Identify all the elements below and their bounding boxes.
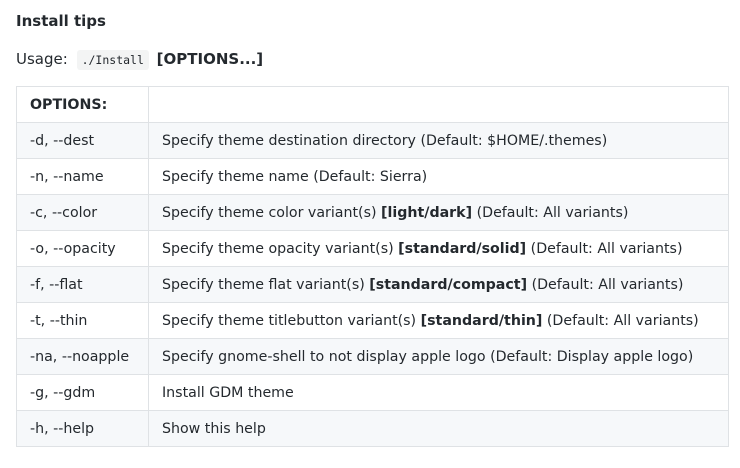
usage-line: Usage: ./Install [OPTIONS...] xyxy=(16,47,728,71)
option-description: Specify theme destination directory (Def… xyxy=(148,122,729,159)
description-choices: [light/dark] xyxy=(381,204,473,221)
option-description: Specify gnome-shell to not display apple… xyxy=(148,338,729,375)
option-flag: -d, --dest xyxy=(16,122,149,159)
table-row: -na, --noapple Specify gnome-shell to no… xyxy=(16,338,729,375)
option-flag: -g, --gdm xyxy=(16,374,149,411)
section-heading: Install tips xyxy=(16,12,106,30)
options-table: OPTIONS: -d, --dest Specify theme destin… xyxy=(16,86,729,447)
description-text: Specify theme opacity variant(s) xyxy=(162,240,399,257)
usage-label: Usage: xyxy=(16,50,68,68)
table-row: -f, --flat Specify theme flat variant(s)… xyxy=(16,266,729,303)
header-description xyxy=(148,86,729,123)
install-tips-section: Install tips Usage: ./Install [OPTIONS..… xyxy=(16,0,729,447)
description-text: Specify theme name (Default: Sierra) xyxy=(162,168,428,185)
option-description: Specify theme opacity variant(s) [standa… xyxy=(148,230,729,267)
description-choices: [standard/compact] xyxy=(369,276,528,293)
description-choices: [standard/solid] xyxy=(398,240,527,257)
description-text: Specify theme destination directory (Def… xyxy=(162,132,608,149)
usage-options: [OPTIONS...] xyxy=(156,50,264,68)
option-flag: -n, --name xyxy=(16,158,149,195)
option-flag: -c, --color xyxy=(16,194,149,231)
install-command: ./Install xyxy=(76,50,149,70)
table-row: -n, --name Specify theme name (Default: … xyxy=(16,158,729,195)
option-flag: -t, --thin xyxy=(16,302,149,339)
option-flag: -na, --noapple xyxy=(16,338,149,375)
table-row: -d, --dest Specify theme destination dir… xyxy=(16,122,729,159)
description-text: Specify theme flat variant(s) xyxy=(162,276,370,293)
option-flag: -o, --opacity xyxy=(16,230,149,267)
option-flag: -h, --help xyxy=(16,410,149,447)
description-default: (Default: All variants) xyxy=(542,312,699,329)
table-row: -c, --color Specify theme color variant(… xyxy=(16,194,729,231)
table-row: -o, --opacity Specify theme opacity vari… xyxy=(16,230,729,267)
option-description: Show this help xyxy=(148,410,729,447)
description-text: Specify theme titlebutton variant(s) xyxy=(162,312,421,329)
option-flag: -f, --flat xyxy=(16,266,149,303)
description-choices: [standard/thin] xyxy=(420,312,543,329)
option-description: Specify theme flat variant(s) [standard/… xyxy=(148,266,729,303)
description-text: Specify gnome-shell to not display apple… xyxy=(162,348,694,365)
option-description: Install GDM theme xyxy=(148,374,729,411)
option-description: Specify theme name (Default: Sierra) xyxy=(148,158,729,195)
table-row: -g, --gdm Install GDM theme xyxy=(16,374,729,411)
description-text: Install GDM theme xyxy=(162,384,294,401)
table-header-row: OPTIONS: xyxy=(16,86,729,123)
description-text: Show this help xyxy=(162,420,266,437)
table-row: -t, --thin Specify theme titlebutton var… xyxy=(16,302,729,339)
option-description: Specify theme color variant(s) [light/da… xyxy=(148,194,729,231)
description-text: Specify theme color variant(s) xyxy=(162,204,382,221)
option-description: Specify theme titlebutton variant(s) [st… xyxy=(148,302,729,339)
table-row: -h, --help Show this help xyxy=(16,410,729,447)
description-default: (Default: All variants) xyxy=(526,240,683,257)
description-default: (Default: All variants) xyxy=(527,276,684,293)
description-default: (Default: All variants) xyxy=(472,204,629,221)
header-options: OPTIONS: xyxy=(16,86,149,123)
